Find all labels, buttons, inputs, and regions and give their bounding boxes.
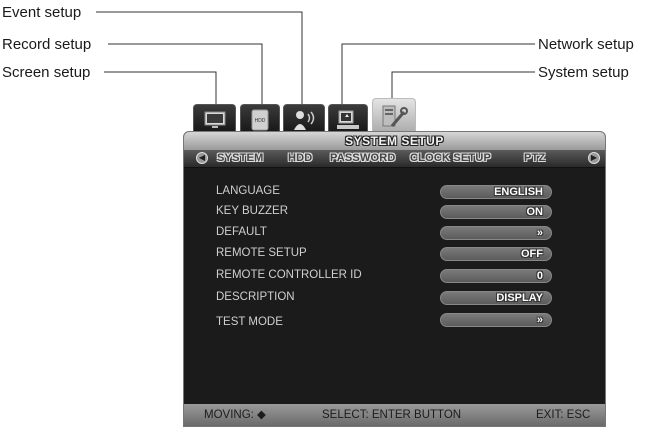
tab-screen-setup[interactable] (193, 104, 236, 134)
menu-left-arrow-icon[interactable]: ◀ (196, 152, 208, 164)
key-buzzer-value[interactable]: ON (440, 205, 552, 219)
submenu-system[interactable]: SYSTEM (217, 150, 263, 167)
test-mode-value[interactable]: » (440, 313, 552, 327)
tab-system-setup[interactable] (372, 98, 416, 134)
submenu-bar: ◀ SYSTEM HDD PASSWORD CLOCK SETUP PTZ ▶ (184, 150, 605, 168)
monitor-icon (204, 111, 225, 128)
remote-controller-id-value[interactable]: 0 (440, 269, 552, 283)
tab-record-setup[interactable]: HDD (240, 104, 280, 134)
network-computer-icon (337, 110, 359, 129)
person-sensor-icon (294, 110, 315, 130)
callout-screen-setup: Screen setup (2, 64, 91, 81)
language-value[interactable]: ENGLISH (440, 185, 552, 199)
hdd-icon-text: HDD (255, 118, 266, 124)
menu-right-arrow-icon[interactable]: ▶ (588, 152, 600, 164)
status-bar: MOVING: ◆ SELECT: ENTER BUTTON EXIT: ESC (184, 404, 605, 426)
status-select: SELECT: ENTER BUTTON (322, 409, 462, 421)
hdd-icon: HDD (251, 109, 269, 130)
network-leader-line (341, 43, 535, 104)
panel-title: SYSTEM SETUP (184, 132, 605, 150)
default-value[interactable]: » (440, 226, 552, 240)
submenu-clock-setup[interactable]: CLOCK SETUP (410, 150, 491, 167)
row-label-key-buzzer: KEY BUZZER (216, 205, 288, 217)
status-moving: MOVING: ◆ (204, 409, 266, 421)
row-label-language: LANGUAGE (216, 185, 280, 197)
status-exit: EXIT: ESC (536, 409, 591, 421)
row-label-remote-setup: REMOTE SETUP (216, 247, 307, 259)
callout-record-setup: Record setup (2, 36, 92, 53)
remote-setup-value[interactable]: OFF (440, 247, 552, 261)
row-label-default: DEFAULT (216, 226, 267, 238)
description-value[interactable]: DISPLAY (440, 291, 552, 305)
row-label-test-mode: TEST MODE (216, 316, 283, 328)
row-label-remote-controller-id: REMOTE CONTROLLER ID (216, 269, 362, 281)
submenu-hdd[interactable]: HDD (288, 150, 312, 167)
submenu-ptz[interactable]: PTZ (524, 150, 545, 167)
system-leader-line (391, 71, 535, 98)
callout-system-setup: System setup (538, 64, 629, 81)
system-setup-panel: SYSTEM SETUP ◀ SYSTEM HDD PASSWORD CLOCK… (183, 131, 606, 427)
submenu-password[interactable]: PASSWORD (330, 150, 396, 167)
record-leader-line (108, 43, 263, 104)
callout-network-setup: Network setup (538, 36, 634, 53)
screen-leader-line (104, 71, 217, 104)
event-leader-line (96, 11, 303, 104)
tools-icon (382, 105, 408, 127)
row-label-description: DESCRIPTION (216, 291, 295, 303)
tab-event-setup[interactable] (283, 104, 325, 134)
tab-network-setup[interactable] (328, 104, 368, 134)
callout-event-setup: Event setup (2, 4, 82, 21)
